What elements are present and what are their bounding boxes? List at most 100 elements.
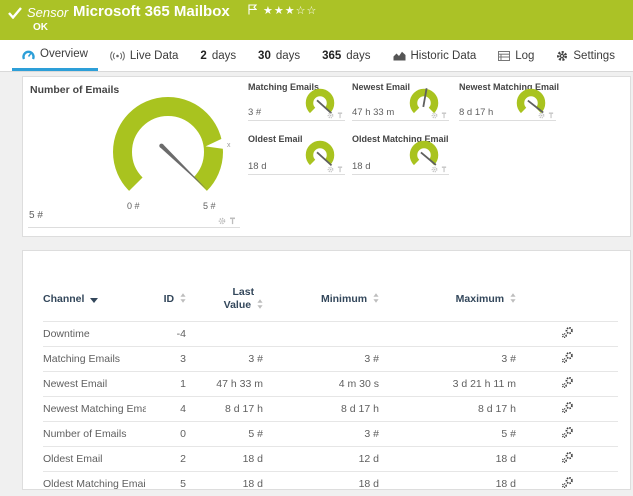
tab-live-data[interactable]: Live Data [100, 40, 189, 71]
edit-channel-gears-icon[interactable] [561, 326, 574, 339]
channel-last-value: 18 d [242, 477, 263, 490]
tab-label: Overview [40, 48, 88, 60]
channel-name[interactable]: Matching Emails [43, 346, 146, 371]
tab-label: Log [515, 49, 535, 62]
live-signal-icon [110, 50, 125, 61]
tab-overview[interactable]: Overview [12, 40, 98, 71]
channel-minimum: 8 d 17 h [341, 402, 379, 415]
pin-icon[interactable] [229, 217, 236, 225]
pin-icon[interactable] [337, 166, 343, 173]
gauge-cell-oldest-matching-email: Oldest Matching Email 18 d [352, 134, 449, 175]
col-header-last-value[interactable]: Last Value [186, 277, 263, 321]
channel-id: -4 [176, 327, 186, 340]
col-header-id[interactable]: ID [146, 277, 186, 321]
flag-icon[interactable] [248, 4, 257, 15]
channel-name[interactable]: Newest Matching Email [43, 396, 146, 421]
gauges-panel: Number of Emails x 0 # 5 # 5 # Matching … [22, 76, 631, 237]
table-row: Oldest Email 2 18 d 12 d 18 d [43, 446, 618, 471]
edit-channel-gears-icon[interactable] [561, 451, 574, 464]
gear-icon[interactable] [538, 112, 545, 119]
gauge-cell-newest-email: Newest Email 47 h 33 m [352, 82, 449, 121]
table-row: Newest Matching Email 4 8 d 17 h 8 d 17 … [43, 396, 618, 421]
tab-2-days[interactable]: 2 days [190, 40, 246, 71]
tab-label-number: 365 [322, 49, 342, 62]
priority-stars[interactable]: ★★★☆☆ [263, 4, 317, 17]
channel-id: 2 [180, 452, 186, 465]
channel-last-value: 47 h 33 m [216, 377, 263, 390]
tab-label: days [275, 49, 301, 62]
sort-icon [373, 293, 379, 303]
col-header-actions [516, 277, 618, 321]
channel-maximum: 18 d [495, 477, 516, 490]
channel-minimum: 3 # [364, 352, 379, 365]
status-check-icon [8, 7, 22, 19]
gear-icon[interactable] [327, 166, 334, 173]
channels-table: Channel ID Last Value Minimum Maximum Do… [43, 277, 618, 496]
channel-minimum: 18 d [358, 477, 379, 490]
gauge-scale-min: 0 # [127, 201, 140, 211]
gauge-cell-number-of-emails: Number of Emails x 0 # 5 # 5 # [28, 83, 240, 228]
tab-30-days[interactable]: 30 days [248, 40, 310, 71]
table-row: Newest Email 1 47 h 33 m 4 m 30 s 3 d 21… [43, 371, 618, 396]
edit-channel-gears-icon[interactable] [561, 376, 574, 389]
pin-icon[interactable] [441, 166, 447, 173]
tab-log[interactable]: Log [488, 40, 544, 71]
channel-maximum: 5 # [501, 427, 516, 440]
channel-maximum: 8 d 17 h [478, 402, 516, 415]
gauge-title: Oldest Email [248, 134, 303, 144]
channel-id: 5 [180, 477, 186, 490]
gauge-marker-label: x [227, 142, 231, 149]
tab-historic-data[interactable]: Historic Data [383, 40, 487, 71]
channel-last-value: 5 # [248, 427, 263, 440]
channel-minimum: 3 # [364, 427, 379, 440]
sort-icon [180, 293, 186, 303]
edit-channel-gears-icon[interactable] [561, 426, 574, 439]
pin-icon[interactable] [337, 112, 343, 119]
channel-minimum: 12 d [358, 452, 379, 465]
edit-channel-gears-icon[interactable] [561, 351, 574, 364]
channel-name[interactable]: Oldest Email [43, 446, 146, 471]
gear-icon[interactable] [218, 217, 226, 225]
gauge-icon [22, 50, 35, 60]
gear-icon [557, 50, 568, 61]
log-list-icon [498, 50, 511, 61]
object-kind-label: Sensor [27, 5, 69, 20]
sensor-status-header: Sensor Microsoft 365 Mailbox ★★★☆☆ OK [0, 0, 633, 40]
gauge-current-value: 47 h 33 m [352, 107, 395, 118]
gear-icon[interactable] [327, 112, 334, 119]
area-chart-icon [393, 51, 405, 60]
tab-label: days [211, 49, 237, 62]
channel-minimum: 4 m 30 s [338, 377, 379, 390]
tab-label-number: 2 [200, 49, 207, 62]
col-header-minimum[interactable]: Minimum [263, 277, 379, 321]
tab-label: days [346, 49, 371, 62]
table-row: Downtime -4 [43, 321, 618, 346]
channel-maximum [379, 321, 516, 346]
channel-minimum [263, 321, 379, 346]
gear-icon[interactable] [431, 166, 438, 173]
channel-id: 1 [180, 377, 186, 390]
channel-maximum: 3 # [501, 352, 516, 365]
channel-name[interactable]: Oldest Matching Email [43, 471, 146, 496]
gauge-scale-max: 5 # [203, 201, 216, 211]
tab-settings[interactable]: Settings [546, 40, 625, 71]
gear-icon[interactable] [431, 112, 438, 119]
gauge-current-value: 18 d [352, 161, 371, 172]
channel-name[interactable]: Newest Email [43, 371, 146, 396]
col-header-channel[interactable]: Channel [43, 277, 146, 321]
tab-label: Live Data [129, 49, 179, 62]
gauge-cell-oldest-email: Oldest Email 18 d [248, 134, 345, 175]
channel-last-value: 3 # [248, 352, 263, 365]
pin-icon[interactable] [548, 112, 554, 119]
gauge-cell-newest-matching-email: Newest Matching Email 8 d 17 h [459, 82, 559, 121]
tab-label: Historic Data [410, 49, 477, 62]
edit-channel-gears-icon[interactable] [561, 476, 574, 489]
edit-channel-gears-icon[interactable] [561, 401, 574, 414]
col-header-maximum[interactable]: Maximum [379, 277, 516, 321]
channel-name[interactable]: Downtime [43, 321, 146, 346]
gauge-current-value: 8 d 17 h [459, 107, 494, 118]
channel-id: 4 [180, 402, 186, 415]
tab-365-days[interactable]: 365 days [312, 40, 380, 71]
pin-icon[interactable] [441, 112, 447, 119]
channel-name[interactable]: Number of Emails [43, 421, 146, 446]
